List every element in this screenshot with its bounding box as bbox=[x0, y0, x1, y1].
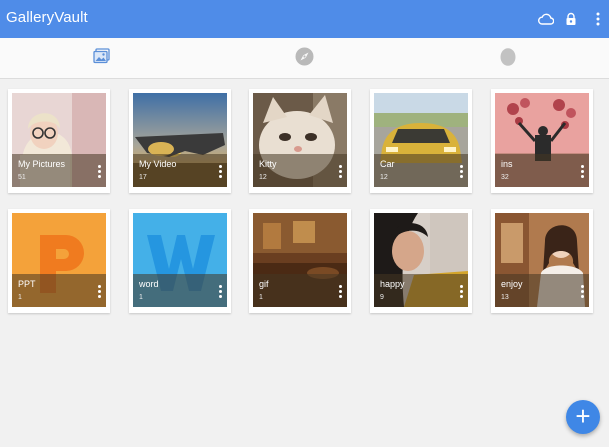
folder-count: 12 bbox=[380, 174, 388, 181]
folder-card[interactable]: My Pictures 51 bbox=[8, 89, 110, 193]
app-bar: GalleryVault bbox=[0, 0, 609, 38]
more-vert-icon[interactable] bbox=[577, 283, 587, 299]
folder-name: Car bbox=[380, 159, 395, 169]
folder-info: My Video 17 bbox=[133, 154, 227, 187]
folder-info: happy 9 bbox=[374, 274, 468, 307]
folder-info: Car 12 bbox=[374, 154, 468, 187]
folder-thumbnail: Car 12 bbox=[374, 93, 468, 187]
more-vert-icon[interactable] bbox=[456, 283, 466, 299]
folder-thumbnail: happy 9 bbox=[374, 213, 468, 307]
folder-thumbnail: gif 1 bbox=[253, 213, 347, 307]
folder-count: 1 bbox=[18, 294, 22, 301]
folder-count: 9 bbox=[380, 294, 384, 301]
folder-grid: My Pictures 51 My Video 17 Kitty 12 Car … bbox=[0, 80, 609, 420]
folder-info: PPT 1 bbox=[12, 274, 106, 307]
folder-name: happy bbox=[380, 279, 405, 289]
folder-card[interactable]: Car 12 bbox=[370, 89, 472, 193]
folder-card[interactable]: My Video 17 bbox=[129, 89, 231, 193]
gallery-icon bbox=[93, 48, 110, 69]
folder-info: My Pictures 51 bbox=[12, 154, 106, 187]
compass-icon bbox=[295, 47, 314, 71]
folder-info: ins 32 bbox=[495, 154, 589, 187]
folder-card[interactable]: Kitty 12 bbox=[249, 89, 351, 193]
lock-icon[interactable] bbox=[561, 9, 581, 29]
folder-name: word bbox=[139, 279, 159, 289]
folder-name: My Video bbox=[139, 159, 177, 169]
tab-gallery[interactable] bbox=[0, 38, 203, 79]
folder-name: PPT bbox=[18, 279, 36, 289]
tab-explore[interactable] bbox=[203, 38, 406, 79]
more-vert-icon[interactable] bbox=[94, 283, 104, 299]
more-vert-icon[interactable] bbox=[577, 163, 587, 179]
folder-card[interactable]: enjoy 13 bbox=[491, 209, 593, 313]
folder-info: Kitty 12 bbox=[253, 154, 347, 187]
cloud-icon[interactable] bbox=[536, 9, 556, 29]
egg-icon bbox=[500, 46, 516, 71]
folder-card[interactable]: gif 1 bbox=[249, 209, 351, 313]
add-folder-button[interactable]: + bbox=[566, 400, 600, 434]
folder-card[interactable]: ins 32 bbox=[491, 89, 593, 193]
more-vert-icon[interactable] bbox=[94, 163, 104, 179]
folder-count: 1 bbox=[259, 294, 263, 301]
folder-name: gif bbox=[259, 279, 269, 289]
folder-count: 32 bbox=[501, 174, 509, 181]
folder-count: 12 bbox=[259, 174, 267, 181]
folder-name: My Pictures bbox=[18, 159, 66, 169]
folder-count: 17 bbox=[139, 174, 147, 181]
folder-card[interactable]: PPT 1 bbox=[8, 209, 110, 313]
tab-vault[interactable] bbox=[406, 38, 609, 79]
folder-info: enjoy 13 bbox=[495, 274, 589, 307]
folder-thumbnail: My Video 17 bbox=[133, 93, 227, 187]
more-vert-icon[interactable] bbox=[456, 163, 466, 179]
folder-name: Kitty bbox=[259, 159, 277, 169]
more-vert-icon[interactable] bbox=[335, 283, 345, 299]
folder-count: 51 bbox=[18, 174, 26, 181]
folder-thumbnail: word 1 bbox=[133, 213, 227, 307]
folder-thumbnail: ins 32 bbox=[495, 93, 589, 187]
folder-thumbnail: enjoy 13 bbox=[495, 213, 589, 307]
folder-card[interactable]: word 1 bbox=[129, 209, 231, 313]
tab-indicator bbox=[0, 77, 203, 79]
more-vert-icon[interactable] bbox=[588, 9, 608, 29]
more-vert-icon[interactable] bbox=[215, 163, 225, 179]
app-title: GalleryVault bbox=[6, 9, 88, 26]
tab-bar bbox=[0, 38, 609, 79]
folder-name: ins bbox=[501, 159, 513, 169]
folder-name: enjoy bbox=[501, 279, 523, 289]
folder-info: gif 1 bbox=[253, 274, 347, 307]
more-vert-icon[interactable] bbox=[335, 163, 345, 179]
folder-thumbnail: My Pictures 51 bbox=[12, 93, 106, 187]
folder-thumbnail: Kitty 12 bbox=[253, 93, 347, 187]
folder-info: word 1 bbox=[133, 274, 227, 307]
folder-count: 1 bbox=[139, 294, 143, 301]
folder-card[interactable]: happy 9 bbox=[370, 209, 472, 313]
folder-count: 13 bbox=[501, 294, 509, 301]
more-vert-icon[interactable] bbox=[215, 283, 225, 299]
folder-thumbnail: PPT 1 bbox=[12, 213, 106, 307]
